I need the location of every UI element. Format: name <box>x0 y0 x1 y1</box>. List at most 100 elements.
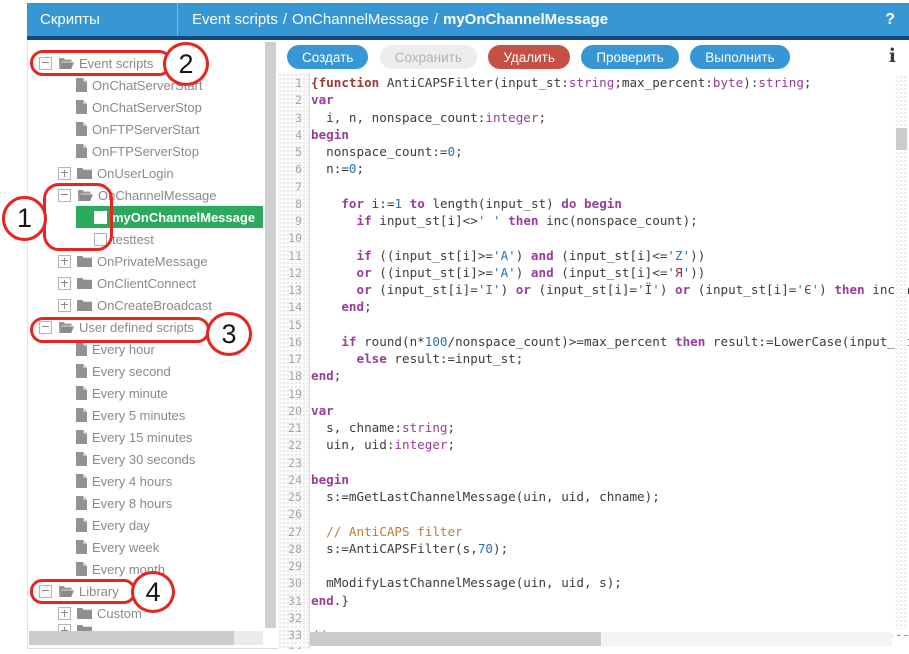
check-button[interactable]: Проверить <box>581 45 679 69</box>
create-button[interactable]: Создать <box>287 45 368 69</box>
tree-item[interactable]: OnChatServerStop <box>28 96 263 118</box>
document-icon <box>76 100 87 114</box>
expand-icon[interactable] <box>58 277 71 290</box>
tree-item-label: OnClientConnect <box>97 276 196 291</box>
tree-item[interactable]: Every 15 minutes <box>28 426 263 448</box>
document-icon <box>76 518 87 532</box>
code-line: 23 <box>278 454 909 471</box>
run-button[interactable]: Выполнить <box>690 45 789 69</box>
main-area: Создать Сохранить Удалить Проверить Выпо… <box>278 40 909 650</box>
save-button[interactable]: Сохранить <box>380 45 477 69</box>
checkbox-icon[interactable] <box>94 211 107 224</box>
expand-icon[interactable] <box>58 255 71 268</box>
folder-open-icon <box>77 189 93 201</box>
breadcrumb-separator: / <box>434 11 438 28</box>
tree-item[interactable]: OnFTPServerStop <box>28 140 263 162</box>
help-button[interactable]: ? <box>885 11 909 29</box>
tree-item[interactable]: Every hour <box>28 338 263 360</box>
tree-item-label: OnChannelMessage <box>98 188 217 203</box>
tree-item[interactable]: Event scripts <box>28 52 263 74</box>
tree-item[interactable]: OnClientConnect <box>28 272 263 294</box>
tree-item[interactable]: Every 5 minutes <box>28 404 263 426</box>
line-number: 5 <box>278 144 311 161</box>
line-number: 26 <box>278 506 311 523</box>
breadcrumb-part[interactable]: Event scripts <box>192 11 278 28</box>
tree-item[interactable]: Library <box>28 580 263 602</box>
tree-item[interactable]: OnCreateBroadcast <box>28 294 263 316</box>
document-icon <box>76 540 87 554</box>
code-line: 21 s, chname:string; <box>278 419 909 436</box>
breadcrumb-separator: / <box>283 11 287 28</box>
tree-item-label: Every 4 hours <box>92 474 172 489</box>
editor-horizontal-scrollbar-thumb[interactable] <box>310 632 601 646</box>
code-line: 20var <box>278 402 909 419</box>
tree-item[interactable]: OnFTPServerStart <box>28 118 263 140</box>
code-line: 27 // AntiCAPS filter <box>278 523 909 540</box>
document-icon <box>76 474 87 488</box>
line-number: 7 <box>278 179 311 196</box>
code-line: 8 for i:=1 to length(input_st) do begin <box>278 195 909 212</box>
document-icon <box>76 364 87 378</box>
tree-item[interactable]: Every month <box>28 558 263 580</box>
tree-item[interactable]: Every 30 seconds <box>28 448 263 470</box>
tree-item[interactable]: Every minute <box>28 382 263 404</box>
collapse-icon[interactable] <box>39 321 52 334</box>
tree-horizontal-scrollbar-thumb[interactable] <box>29 631 234 645</box>
line-number: 1 <box>278 75 311 92</box>
collapse-icon[interactable] <box>39 57 52 70</box>
code-editor[interactable]: 1{function AntiCAPSFilter(input_st:strin… <box>278 73 909 649</box>
tree-item[interactable]: OnChatServerStart <box>28 74 263 96</box>
tree-item[interactable]: Every second <box>28 360 263 382</box>
tree-horizontal-scrollbar-track[interactable] <box>29 631 263 645</box>
breadcrumb-part[interactable]: OnChannelMessage <box>292 11 429 28</box>
expand-icon[interactable] <box>58 607 71 620</box>
code-line: 7 <box>278 178 909 195</box>
tree-item[interactable]: Every week <box>28 536 263 558</box>
tree-item[interactable]: Custom <box>28 602 263 624</box>
code-line: 10 <box>278 229 909 246</box>
code-line: 4begin <box>278 126 909 143</box>
line-number: 19 <box>278 386 311 403</box>
tree-item[interactable]: OnChannelMessage <box>28 184 263 206</box>
tree-item[interactable]: Every day <box>28 514 263 536</box>
tree-item[interactable]: User defined scripts <box>28 316 263 338</box>
tree-item[interactable]: Every 4 hours <box>28 470 263 492</box>
editor-vertical-scrollbar-thumb[interactable] <box>896 128 907 150</box>
line-number: 20 <box>278 403 311 420</box>
tree-item-label: Every day <box>92 518 150 533</box>
expand-icon[interactable] <box>58 299 71 312</box>
toolbar: Создать Сохранить Удалить Проверить Выпо… <box>278 40 909 73</box>
script-tree: Event scriptsOnChatServerStartOnChatServ… <box>27 40 278 649</box>
expand-icon[interactable] <box>58 167 71 180</box>
code-line: 1{function AntiCAPSFilter(input_st:strin… <box>278 74 909 91</box>
page-title: Скрипты <box>40 11 100 28</box>
line-number: 11 <box>278 248 311 265</box>
code-line: 13 or (input_st[i]='І') or (input_st[i]=… <box>278 281 909 298</box>
app-title-cell: Скрипты <box>27 3 178 36</box>
tree-item-label: Every hour <box>92 342 155 357</box>
header-bar: Скрипты Event scripts/OnChannelMessage/m… <box>27 3 909 40</box>
info-icon[interactable]: i <box>889 45 896 67</box>
tree-item[interactable]: testtest <box>28 228 263 250</box>
breadcrumb: Event scripts/OnChannelMessage/myOnChann… <box>178 11 885 28</box>
delete-button[interactable]: Удалить <box>488 45 570 69</box>
collapse-icon[interactable] <box>39 585 52 598</box>
editor-horizontal-scrollbar-track[interactable] <box>310 632 892 646</box>
code-line: 11 if ((input_st[i]>='A') and (input_st[… <box>278 247 909 264</box>
tree-item[interactable]: Every 8 hours <box>28 492 263 514</box>
editor-vertical-scrollbar-track[interactable] <box>895 75 908 629</box>
tree-item-label: myOnChannelMessage <box>112 210 255 225</box>
code-line: 17 else result:=input_st; <box>278 350 909 367</box>
code-line: 16 if round(n*100/nonspace_count)>=max_p… <box>278 333 909 350</box>
code-line: 32 <box>278 609 909 626</box>
tree-item[interactable]: OnPrivateMessage <box>28 250 263 272</box>
checkbox-icon[interactable] <box>94 233 107 246</box>
line-number: 29 <box>278 558 311 575</box>
tree-vertical-scrollbar[interactable] <box>265 42 276 628</box>
tree-item-selected[interactable]: myOnChannelMessage <box>28 206 263 228</box>
document-icon <box>76 342 87 356</box>
code-line: 29 <box>278 557 909 574</box>
tree-item[interactable]: OnUserLogin <box>28 162 263 184</box>
collapse-icon[interactable] <box>58 189 71 202</box>
script-tree-rows: Event scriptsOnChatServerStartOnChatServ… <box>28 40 263 632</box>
